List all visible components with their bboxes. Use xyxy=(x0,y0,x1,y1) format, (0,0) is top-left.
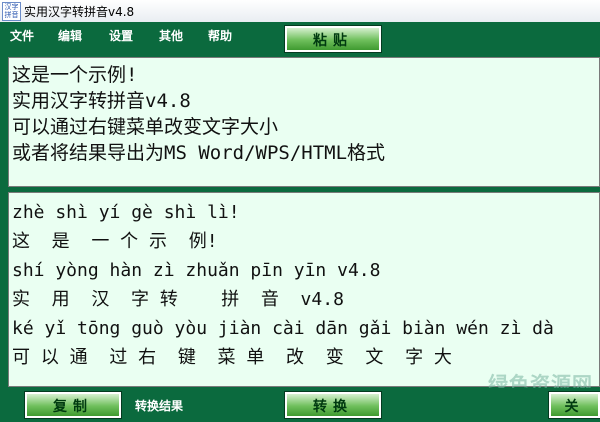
panel-divider[interactable] xyxy=(8,188,600,191)
window-title: 实用汉字转拼音v4.8 xyxy=(24,5,135,19)
app-icon: 汉字拼音 xyxy=(2,2,21,21)
result-line: shí yòng hàn zì zhuǎn pīn yīn v4.8 xyxy=(12,260,381,281)
source-line: 实用汉字转拼音v4.8 xyxy=(12,90,191,112)
source-text-area[interactable]: 这是一个示例! 实用汉字转拼音v4.8 可以通过右键菜单改变文字大小 或者将结果… xyxy=(8,57,600,187)
result-text-area[interactable]: zhè shì yí gè shì lì! 这 是 一 个 示 例! shí y… xyxy=(8,192,600,387)
source-line: 可以通过右键菜单改变文字大小 xyxy=(12,116,279,138)
menu-bar: 文件 编辑 设置 其他 帮助 粘贴 xyxy=(0,22,600,54)
result-line: zhè shì yí gè shì lì! xyxy=(12,202,240,223)
copy-button[interactable]: 复制 xyxy=(24,391,122,419)
convert-button[interactable]: 转换 xyxy=(284,391,382,419)
result-line: 这 是 一 个 示 例! xyxy=(12,231,218,252)
paste-button[interactable]: 粘贴 xyxy=(284,25,382,53)
result-label: 转换结果 xyxy=(135,399,184,413)
menu-settings[interactable]: 设置 xyxy=(109,27,133,44)
result-line: 实 用 汉 字 转 拼 音 v4.8 xyxy=(12,289,344,310)
bottom-bar: 复制 转换结果 转换 关 xyxy=(0,388,600,422)
menu-other[interactable]: 其他 xyxy=(159,27,183,44)
close-button[interactable]: 关 xyxy=(548,391,600,419)
source-line: 这是一个示例! xyxy=(12,64,138,86)
menu-file[interactable]: 文件 xyxy=(10,27,34,44)
result-line: ké yǐ tōng guò yòu jiàn cài dān gǎi biàn… xyxy=(12,318,554,339)
menu-help[interactable]: 帮助 xyxy=(208,27,232,44)
source-line: 或者将结果导出为MS Word/WPS/HTML格式 xyxy=(12,142,386,164)
title-bar: 汉字拼音 实用汉字转拼音v4.8 xyxy=(0,0,600,23)
menu-edit[interactable]: 编辑 xyxy=(58,27,82,44)
